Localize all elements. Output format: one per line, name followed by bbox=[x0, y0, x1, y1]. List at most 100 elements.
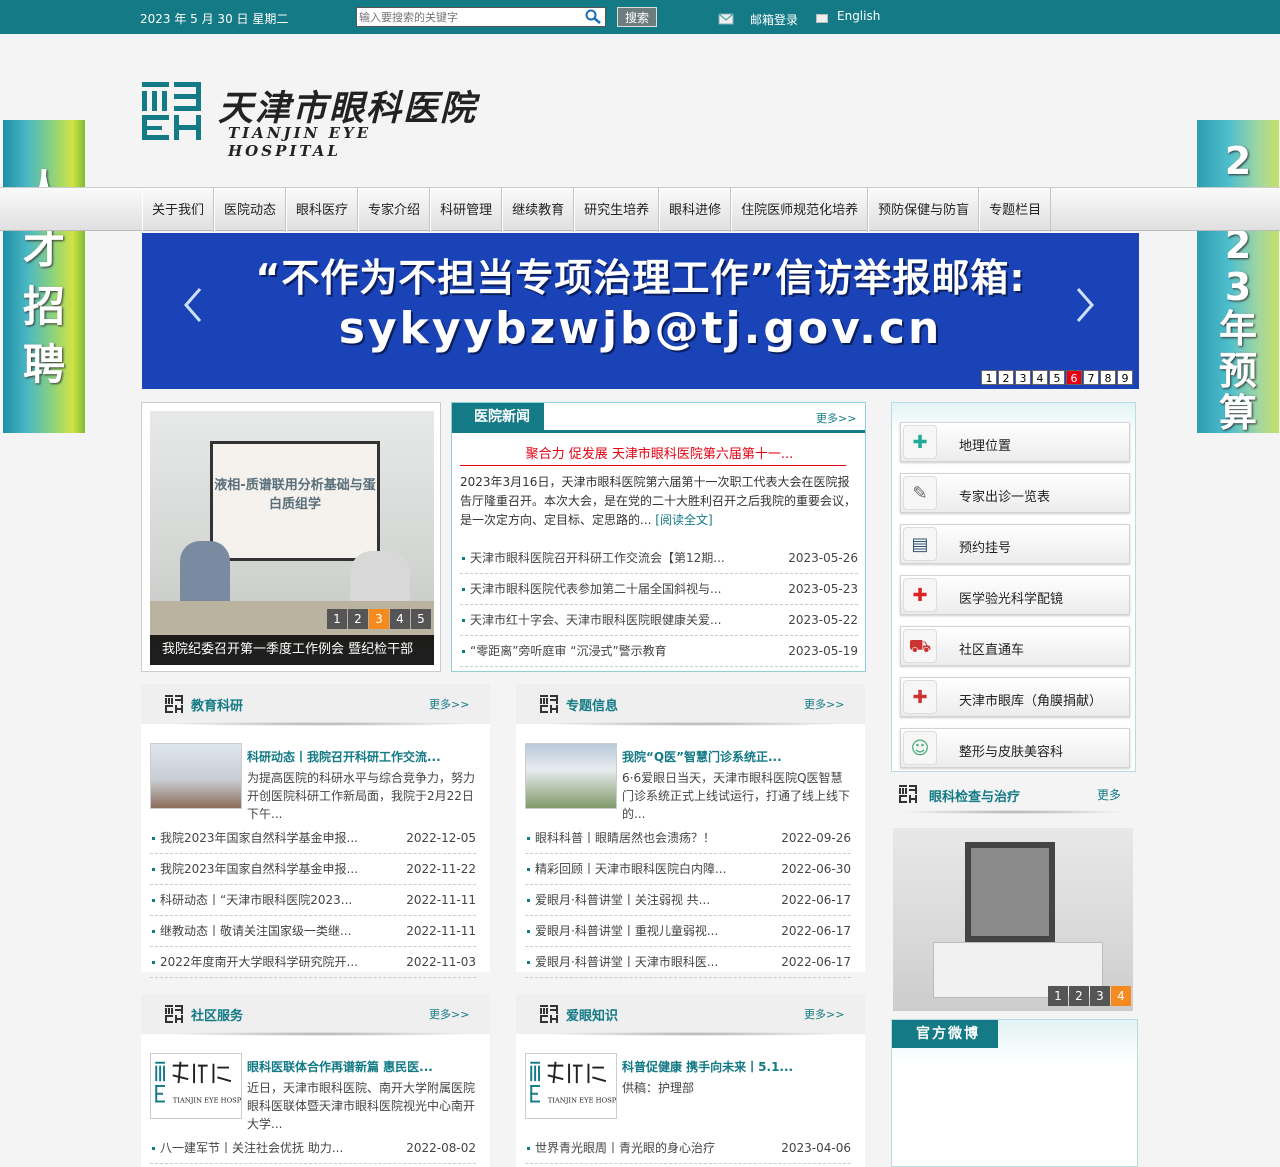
divider bbox=[540, 722, 850, 726]
list-item[interactable]: 眼科科普丨眼睛居然也会溃疡？！ 2022-09-26 bbox=[525, 823, 851, 854]
quick-link-optometry[interactable]: ✚ 医学验光科学配镜 bbox=[900, 575, 1130, 615]
weibo-tab[interactable]: 官方微博 bbox=[892, 1020, 998, 1048]
nav-hospital-news[interactable]: 医院动态 bbox=[214, 188, 287, 232]
feature-title[interactable]: 科研动态丨我院召开科研工作交流... bbox=[247, 748, 441, 765]
divider bbox=[899, 810, 1129, 814]
nav-about[interactable]: 关于我们 bbox=[142, 188, 215, 232]
exam-page-3[interactable]: 3 bbox=[1090, 986, 1110, 1006]
hospital-logo-image: TIANJIN EYE HOSPITAL bbox=[530, 1061, 616, 1104]
top-bar: 2023 年 5 月 30 日 星期二 搜索 邮箱登录 English bbox=[0, 0, 1280, 34]
quick-link-expert-schedule[interactable]: ✎ 专家出诊一览表 bbox=[900, 473, 1130, 513]
search-input[interactable] bbox=[356, 7, 606, 27]
banner-page-8[interactable]: 8 bbox=[1100, 370, 1116, 385]
news-summary: 2023年3月16日，天津市眼科医院第六届第十一次职工代表大会在医院报告厅隆重召… bbox=[460, 473, 858, 530]
quick-link-location[interactable]: ✚ 地理位置 bbox=[900, 422, 1130, 462]
photo-page-5[interactable]: 5 bbox=[411, 609, 431, 629]
mail-login-link[interactable]: 邮箱登录 bbox=[750, 11, 798, 28]
first-aid-icon: ✚ bbox=[903, 578, 937, 612]
photo-page-2[interactable]: 2 bbox=[348, 609, 368, 629]
quick-link-community-bus[interactable]: ⛟ 社区直通车 bbox=[900, 626, 1130, 666]
nav-experts[interactable]: 专家介绍 bbox=[358, 188, 431, 232]
chevron-right-icon[interactable] bbox=[1068, 285, 1098, 325]
nav-research[interactable]: 科研管理 bbox=[430, 188, 503, 232]
list-item[interactable]: 天津市眼科医院代表参加第二十届全国斜视与... 2023-05-23 bbox=[460, 574, 858, 605]
list-item[interactable]: 我院2023年国家自然科学基金申报... 2022-12-05 bbox=[150, 823, 476, 854]
list-item[interactable]: 爱眼月·科普讲堂丨重视儿童弱视... 2022-06-17 bbox=[525, 916, 851, 947]
news-more-link[interactable]: 更多>> bbox=[816, 410, 856, 426]
list-item[interactable]: 天津市红十字会、天津市眼科医院眼健康关爱... 2023-05-22 bbox=[460, 605, 858, 636]
photo-page-1[interactable]: 1 bbox=[327, 609, 347, 629]
exam-page-2[interactable]: 2 bbox=[1069, 986, 1089, 1006]
edu-list: 我院2023年国家自然科学基金申报... 2022-12-05 我院2023年国家… bbox=[150, 823, 476, 978]
banner-page-1[interactable]: 1 bbox=[981, 370, 997, 385]
exam-photo-slider[interactable]: 1 2 3 4 bbox=[893, 828, 1133, 1011]
banner-page-6[interactable]: 6 bbox=[1066, 370, 1082, 385]
feature-thumbnail[interactable]: TIANJIN EYE HOSPITAL bbox=[150, 1053, 242, 1119]
banner-page-5[interactable]: 5 bbox=[1049, 370, 1065, 385]
feature-title[interactable]: 我院“Q医”智慧门诊系统正... bbox=[622, 748, 782, 765]
recruitment-side-banner[interactable]: 人才招聘 bbox=[3, 120, 85, 433]
hero-banner[interactable]: “不作为不担当专项治理工作”信访举报邮箱: sykyybzwjb@tj.gov.… bbox=[142, 233, 1139, 389]
list-item[interactable]: “零距离”旁听庭审 “沉浸式”警示教育 2023-05-19 bbox=[460, 636, 858, 667]
quick-link-cosmetic[interactable]: ☺ 整形与皮肤美容科 bbox=[900, 728, 1130, 768]
panel-header: 专题信息 更多>> bbox=[516, 684, 865, 726]
nav-continuing-edu[interactable]: 继续教育 bbox=[502, 188, 575, 232]
more-link[interactable]: 更多>> bbox=[429, 1006, 469, 1022]
list-item[interactable]: 爱眼月·科普讲堂丨关注弱视 共... 2022-06-17 bbox=[525, 885, 851, 916]
feature-title[interactable]: 科普促健康 携手向未来丨5.1... bbox=[622, 1058, 793, 1075]
quick-link-appointment[interactable]: ▤ 预约挂号 bbox=[900, 524, 1130, 564]
banner-page-7[interactable]: 7 bbox=[1083, 370, 1099, 385]
list-item[interactable]: 继教动态丨敬请关注国家级一类继... 2022-11-11 bbox=[150, 916, 476, 947]
more-link[interactable]: 更多>> bbox=[804, 696, 844, 712]
nav-training[interactable]: 眼科进修 bbox=[659, 188, 732, 232]
nav-prevention[interactable]: 预防保健与防盲 bbox=[868, 188, 980, 232]
budget-side-banner[interactable]: 2023年预算公开 bbox=[1197, 120, 1279, 433]
banner-page-2[interactable]: 2 bbox=[998, 370, 1014, 385]
exam-page-1[interactable]: 1 bbox=[1048, 986, 1068, 1006]
nav-topics[interactable]: 专题栏目 bbox=[979, 188, 1052, 232]
search-icon[interactable] bbox=[584, 9, 602, 25]
screen-text: 液相-质谱联用分析基础与蛋白质组学 bbox=[214, 478, 376, 512]
nav-ophthalmology[interactable]: 眼科医疗 bbox=[286, 188, 359, 232]
banner-page-9[interactable]: 9 bbox=[1117, 370, 1133, 385]
more-link[interactable]: 更多>> bbox=[804, 1006, 844, 1022]
chevron-left-icon[interactable] bbox=[180, 285, 210, 325]
feature-thumbnail[interactable]: TIANJIN EYE HOSPITAL bbox=[525, 1053, 617, 1119]
quick-link-label: 整形与皮肤美容科 bbox=[959, 745, 1064, 760]
search-button[interactable]: 搜索 bbox=[617, 7, 657, 27]
quick-link-eye-bank[interactable]: ✚ 天津市眼库（角膜捐献） bbox=[900, 677, 1130, 717]
photo-page-3[interactable]: 3 bbox=[369, 609, 389, 629]
list-item[interactable]: 我院2023年国家自然科学基金申报... 2022-11-22 bbox=[150, 854, 476, 885]
nav-graduate[interactable]: 研究生培养 bbox=[574, 188, 660, 232]
photo-page-4[interactable]: 4 bbox=[390, 609, 410, 629]
news-tab[interactable]: 医院新闻 bbox=[452, 403, 544, 431]
read-more-link[interactable]: [阅读全文] bbox=[655, 513, 712, 527]
list-item[interactable]: 精彩回顾丨天津市眼科医院白内障... 2022-06-30 bbox=[525, 854, 851, 885]
english-link[interactable]: English bbox=[837, 9, 880, 23]
feature-thumbnail[interactable] bbox=[525, 743, 617, 809]
banner-page-4[interactable]: 4 bbox=[1032, 370, 1048, 385]
more-link[interactable]: 更多>> bbox=[429, 696, 469, 712]
list-item[interactable]: 天津市眼科医院召开科研工作交流会【第12期... 2023-05-26 bbox=[460, 543, 858, 574]
divider bbox=[165, 722, 475, 726]
exam-page-4[interactable]: 4 bbox=[1111, 986, 1131, 1006]
list-item[interactable]: 科研动态丨“天津市眼科医院2023... 2022-11-11 bbox=[150, 885, 476, 916]
knowledge-list: 世界青光眼周丨青光眼的身心治疗 2023-04-06 bbox=[525, 1133, 851, 1164]
list-item[interactable]: 2022年度南开大学眼科学研究院开... 2022-11-03 bbox=[150, 947, 476, 978]
community-service-panel: 社区服务 更多>> TIANJIN EYE HOSPITAL 眼科医联体合作再谱… bbox=[141, 994, 490, 1167]
news-headline[interactable]: 聚合力 促发展 天津市眼科医院第六届第十一... bbox=[452, 443, 867, 462]
ambulance-icon: ⛟ bbox=[903, 629, 937, 663]
feature-thumbnail[interactable] bbox=[150, 743, 242, 809]
panel-header: 爱眼知识 更多>> bbox=[516, 994, 865, 1036]
more-link[interactable]: 更多 bbox=[1097, 786, 1121, 803]
slider-photo[interactable]: 液相-质谱联用分析基础与蛋白质组学 1 2 3 4 5 我院纪委召开第一季度工作… bbox=[150, 411, 434, 665]
feature-title[interactable]: 眼科医联体合作再谱新篇 惠民医... bbox=[247, 1058, 433, 1075]
list-item-title: 世界青光眼周丨青光眼的身心治疗 bbox=[535, 1141, 716, 1155]
photo-caption[interactable]: 我院纪委召开第一季度工作例会 暨纪检干部 bbox=[150, 635, 434, 665]
list-item[interactable]: 世界青光眼周丨青光眼的身心治疗 2023-04-06 bbox=[525, 1133, 851, 1164]
nav-residency[interactable]: 住院医师规范化培养 bbox=[731, 188, 869, 232]
banner-page-3[interactable]: 3 bbox=[1015, 370, 1031, 385]
list-item[interactable]: 爱眼月·科普讲堂丨天津市眼科医... 2022-06-17 bbox=[525, 947, 851, 978]
list-item[interactable]: 八一建军节丨关注社会优抚 助力... 2022-08-02 bbox=[150, 1133, 476, 1164]
hospital-logo[interactable]: 天津市眼科医院 TIANJIN EYE HOSPITAL bbox=[142, 82, 477, 160]
